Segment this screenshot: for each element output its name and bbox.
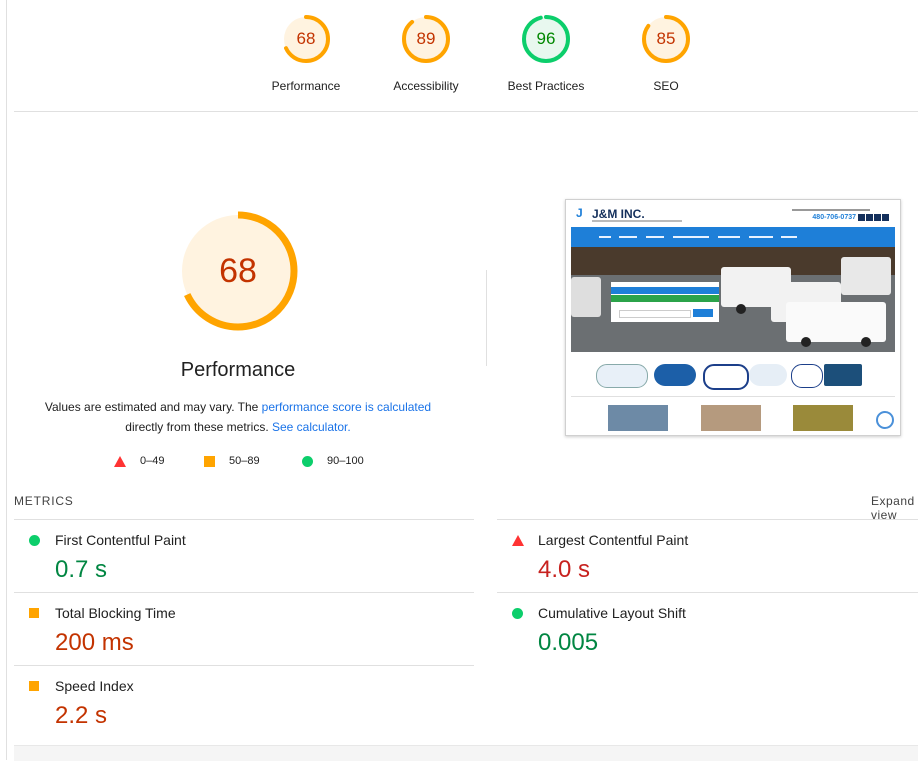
legend-average: 50–89 [204, 455, 260, 467]
divider [14, 519, 474, 520]
metric-title: Cumulative Layout Shift [538, 605, 686, 621]
metric-value: 0.7 s [55, 556, 108, 583]
site-header: J J&M INC. 480-706-0737 [566, 200, 900, 227]
site-phone: 480-706-0737 [812, 214, 856, 221]
gauge-seo[interactable]: 85 SEO [611, 14, 721, 93]
performance-title: Performance [180, 359, 296, 381]
fail-triangle-icon [114, 455, 126, 467]
gauge-label: Performance [271, 79, 341, 93]
performance-gauge: 68 [177, 210, 299, 332]
gauge-ring: 89 [401, 14, 451, 64]
fail-triangle-icon [512, 535, 524, 546]
legend-fail: 0–49 [114, 455, 164, 467]
vertical-divider [486, 270, 487, 366]
recaptcha-icon [876, 411, 894, 429]
metric-value: 0.005 [538, 629, 599, 656]
google-icon [874, 214, 881, 221]
metric-value: 2.2 s [55, 702, 108, 729]
performance-score: 68 [219, 252, 257, 290]
gauge-ring: 68 [281, 14, 331, 64]
metric-title: Largest Contentful Paint [538, 532, 689, 548]
gauge-label: Best Practices [507, 79, 585, 93]
gauge-score: 89 [416, 29, 436, 48]
divider [14, 111, 918, 112]
twitter-icon [866, 214, 873, 221]
final-screenshot[interactable]: J J&M INC. 480-706-0737 [565, 199, 901, 436]
performance-description: Values are estimated and may vary. The p… [0, 397, 476, 437]
hero-image [571, 247, 895, 352]
site-nav [571, 227, 895, 247]
average-square-icon [204, 455, 215, 467]
newsletter-box [611, 282, 719, 322]
see-calculator-link[interactable]: See calculator. [272, 420, 351, 434]
legend-pass: 90–100 [302, 455, 364, 467]
metric-value: 4.0 s [538, 556, 591, 583]
thumb-image [608, 405, 668, 431]
pass-circle-icon [512, 608, 523, 619]
metric-title: Total Blocking Time [55, 605, 176, 621]
linkedin-icon [882, 214, 889, 221]
average-square-icon [29, 681, 39, 691]
legend-label: 50–89 [229, 455, 260, 467]
pass-circle-icon [29, 535, 40, 546]
divider [497, 592, 918, 593]
gauge-label: SEO [653, 79, 679, 93]
divider [497, 519, 918, 520]
gauge-accessibility[interactable]: 89 Accessibility [371, 14, 481, 93]
gauge-best-practices[interactable]: 96 Best Practices [491, 14, 601, 93]
metric-title: Speed Index [55, 678, 134, 694]
gauge-performance[interactable]: 68 Performance [251, 14, 361, 93]
gauge-score: 96 [536, 29, 556, 48]
partner-logos [566, 356, 900, 392]
legend-label: 0–49 [140, 455, 165, 467]
gauge-ring: 85 [641, 14, 691, 64]
metrics-header: METRICS [14, 494, 74, 508]
thumb-image [701, 405, 761, 431]
thumb-image [793, 405, 853, 431]
average-square-icon [29, 608, 39, 618]
score-calculated-link[interactable]: performance score is calculated [262, 400, 431, 414]
desc-text: Values are estimated and may vary. The [44, 400, 262, 414]
logo-mark-icon: J [576, 206, 583, 220]
gauge-ring: 96 [521, 14, 571, 64]
gauge-score: 68 [296, 29, 316, 48]
expand-view-toggle[interactable]: Expand view [871, 494, 918, 522]
facebook-icon [858, 214, 865, 221]
site-logo: J&M INC. [592, 207, 645, 221]
metric-title: First Contentful Paint [55, 532, 186, 548]
divider [14, 665, 474, 666]
gauge-label: Accessibility [393, 79, 459, 93]
gauge-score: 85 [656, 29, 676, 48]
divider [14, 592, 474, 593]
score-gauges: 68 Performance 89 Accessibility 96 Best … [0, 14, 918, 94]
tagline [592, 220, 682, 222]
metric-value: 200 ms [55, 629, 134, 656]
header-note [792, 209, 870, 211]
legend-label: 90–100 [327, 455, 364, 467]
pass-circle-icon [302, 455, 313, 467]
treemap-bar [14, 745, 918, 761]
desc-text: directly from these metrics. [125, 420, 272, 434]
